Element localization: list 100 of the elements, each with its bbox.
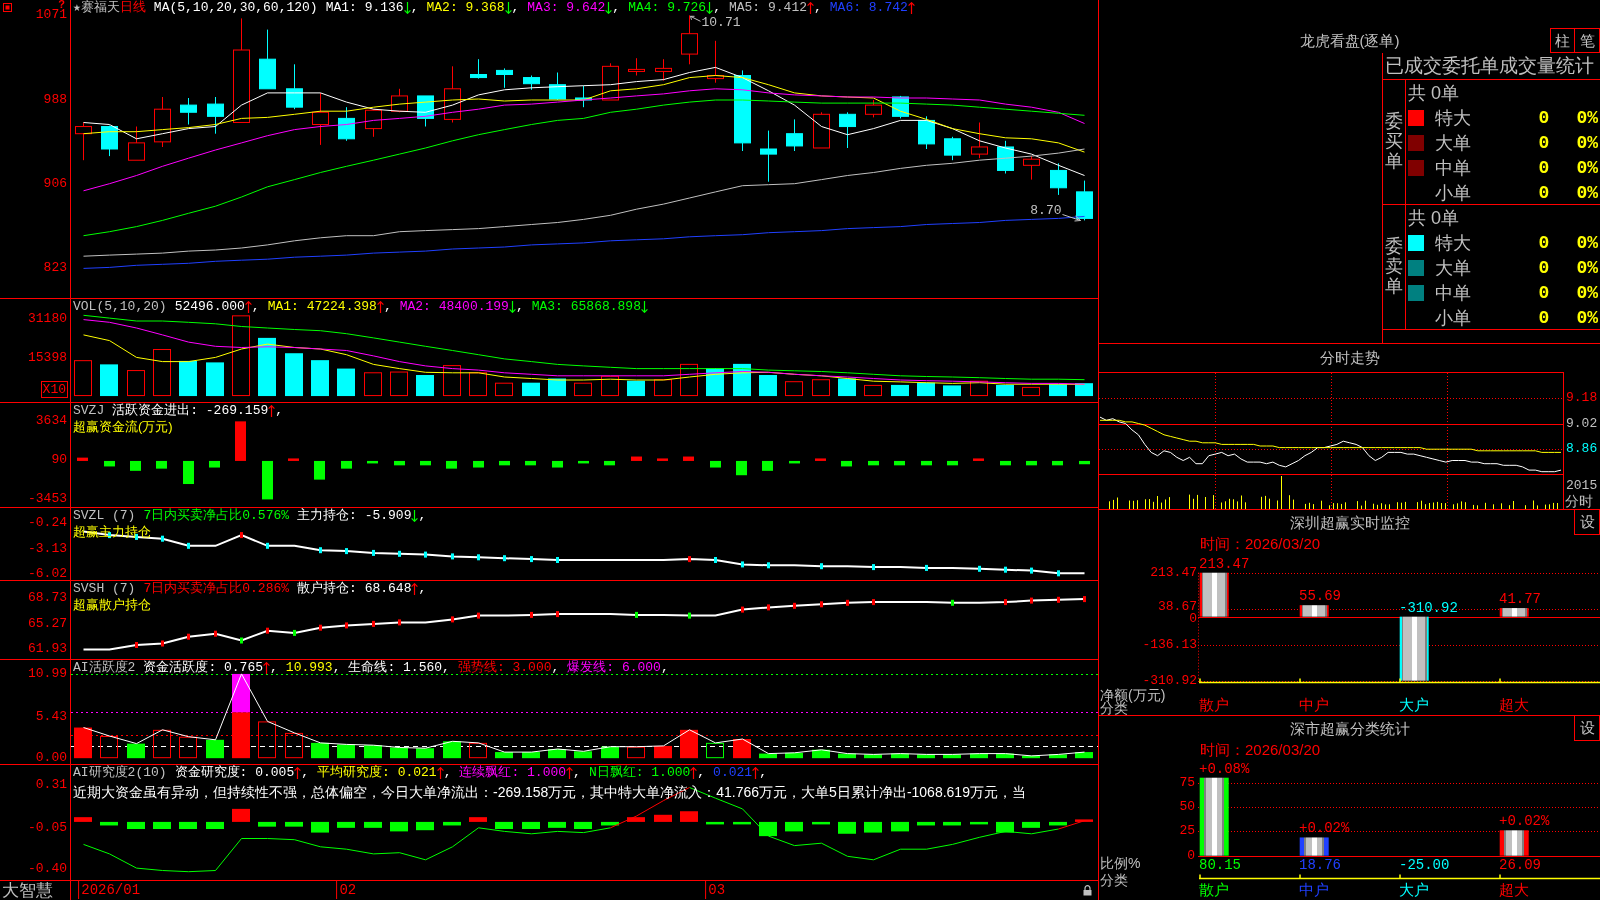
indicator-name: SVSH (7) — [73, 581, 136, 596]
axis-tick-label: 9.18 — [1566, 389, 1598, 406]
candlestick — [865, 99, 882, 118]
axis-tick-label: 3634 — [35, 415, 67, 427]
indicator-reading: MA1: 9.136 — [325, 0, 404, 15]
indicator-name: SVZJ — [73, 403, 105, 418]
data-label: -25.00 — [1399, 857, 1450, 873]
indicator-reading: MA6: 8.742 — [829, 0, 908, 15]
date-label: 03 — [705, 881, 726, 899]
order-type-label: 中单 — [1435, 157, 1472, 178]
indicator-reading: 资金研究度: 0.005 — [174, 765, 295, 780]
section-title: 深圳超赢实时监控 — [1289, 513, 1410, 532]
period-label: 日线 — [119, 0, 146, 15]
indicator-name: AI活跃度2 — [73, 660, 136, 675]
change-label: +0.08% — [1199, 760, 1250, 777]
axis-title: 净额(万元) — [1100, 688, 1166, 702]
order-total: 共 0单 — [1408, 207, 1459, 228]
category-label: 大户 — [1399, 882, 1429, 898]
data-label: 18.76 — [1299, 857, 1341, 873]
volume-unit-label: 分时 — [1564, 493, 1593, 509]
candlestick — [549, 72, 566, 101]
indicator-reading: 主力持仓: -5.909 — [297, 508, 412, 523]
order-percent: 0% — [1576, 107, 1599, 128]
date-label: 02 — [336, 881, 357, 899]
separator-text: , — [612, 0, 621, 15]
separator-text: , — [573, 765, 581, 780]
axis-tick-label: 0.00 — [35, 752, 67, 765]
unit-label: X10 — [40, 381, 68, 398]
order-type-label: 小单 — [1435, 182, 1472, 203]
axis-tick-label: 0.31 — [35, 779, 67, 792]
settings-button[interactable]: 设 — [1574, 510, 1600, 535]
candlestick — [997, 140, 1014, 174]
order-count: 0 — [1537, 282, 1551, 303]
price-annotation: 10.71 — [701, 16, 741, 31]
candlestick — [971, 122, 988, 159]
candlestick — [128, 126, 145, 161]
order-type-label: 大单 — [1435, 257, 1472, 278]
candlestick — [207, 96, 224, 135]
candlestick — [444, 65, 461, 123]
axis-title: 比例% — [1100, 856, 1141, 870]
indicator-name: AI研究度2(10) — [73, 765, 167, 780]
toggle-button[interactable]: 柱 — [1550, 28, 1575, 53]
category-label: 散户 — [1199, 882, 1229, 898]
lock-icon — [1083, 885, 1092, 896]
change-label: +0.02% — [1299, 820, 1350, 837]
data-label: 26.09 — [1499, 857, 1541, 873]
order-percent: 0% — [1576, 182, 1599, 203]
axis-tick-label: 75 — [1179, 776, 1195, 789]
candlestick — [628, 57, 645, 76]
axis-tick-label: 68.73 — [28, 592, 67, 605]
order-type-label: 特大 — [1435, 232, 1472, 253]
indicator-reading: 连续飘红: 1.000 — [459, 765, 567, 780]
order-percent: 0% — [1576, 282, 1599, 303]
axis-tick-label: -136.13 — [1142, 638, 1197, 651]
axis-title: 分类 — [1100, 874, 1128, 887]
category-label: 中户 — [1299, 697, 1329, 713]
candlestick — [101, 125, 118, 157]
axis-tick-label: 0 — [1187, 849, 1195, 862]
category-label: 超大 — [1499, 697, 1529, 713]
separator-text: , — [660, 660, 669, 675]
order-count: 0 — [1537, 307, 1551, 328]
price-annotation: 8.70 — [1030, 203, 1062, 218]
data-label: -310.92 — [1399, 599, 1458, 616]
separator-text: , — [759, 765, 767, 780]
candlestick — [813, 111, 830, 149]
separator-text: , — [814, 0, 822, 15]
category-label: 大户 — [1399, 697, 1429, 713]
candlestick — [496, 67, 513, 89]
timestamp-text: 时间：2026/03/20 — [1200, 535, 1321, 552]
separator-text: , — [443, 765, 452, 780]
candlestick — [365, 108, 382, 138]
separator-text: , — [515, 299, 524, 314]
help-mark: ? — [58, 0, 65, 9]
candlestick — [1023, 155, 1040, 181]
axis-tick-label: 50 — [1179, 801, 1195, 814]
order-type-label: 中单 — [1435, 282, 1472, 303]
candlestick — [681, 14, 698, 65]
order-percent: 0% — [1576, 232, 1599, 253]
indicator-reading: 强势线: 3.000 — [457, 660, 552, 675]
toggle-button[interactable]: 笔 — [1575, 28, 1600, 53]
data-label: 41.77 — [1499, 591, 1541, 608]
indicator-reading: 生命线: 1.560 — [348, 660, 443, 675]
settings-button[interactable]: 设 — [1574, 716, 1600, 741]
indicator-reading: 52496.000 — [174, 299, 245, 314]
order-count: 0 — [1537, 107, 1551, 128]
order-count: 0 — [1537, 182, 1551, 203]
section-title: 分时走势 — [1319, 349, 1380, 367]
section-title: 深市超赢分类统计 — [1289, 719, 1410, 738]
separator-text: , — [511, 0, 520, 15]
candlestick — [575, 85, 592, 108]
indicator-reading: MA3: 9.642 — [527, 0, 606, 15]
separator-text: , — [697, 765, 706, 780]
indicator-reading: MA2: 48400.199 — [399, 299, 509, 314]
indicator-reading: N日飘红: 1.000 — [588, 765, 691, 780]
candlestick — [918, 115, 935, 150]
axis-tick-label: -6.02 — [28, 568, 67, 581]
logo-text: 大智慧 — [1, 881, 53, 900]
axis-tick-label: 0 — [1189, 612, 1197, 625]
axis-tick-label: 10.99 — [28, 668, 67, 680]
axis-tick-label: 31180 — [28, 312, 67, 325]
